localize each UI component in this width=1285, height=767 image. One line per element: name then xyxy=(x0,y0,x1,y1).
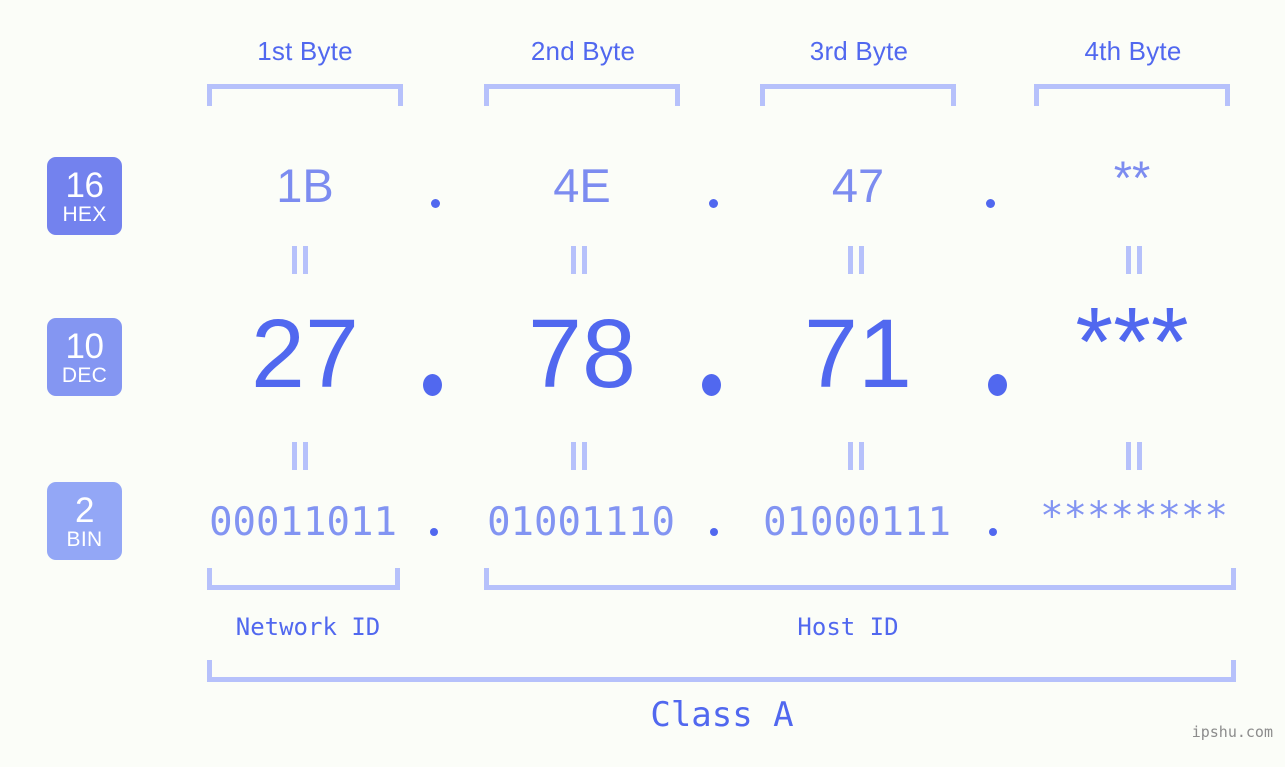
radix-badge-hex: 16 HEX xyxy=(47,157,122,235)
equals-mark-dec-bin-3 xyxy=(848,442,867,470)
hex-byte-1: 1B xyxy=(276,159,334,212)
dec-byte-4: *** xyxy=(1075,287,1189,396)
equals-mark-dec-bin-4 xyxy=(1126,442,1145,470)
host-id-bracket xyxy=(484,568,1236,590)
equals-mark-hex-dec-3 xyxy=(848,246,867,274)
byte-bracket-4 xyxy=(1034,84,1230,106)
hex-byte-2: 4E xyxy=(553,159,611,212)
hex-separator-dot-1 xyxy=(431,199,440,208)
dec-byte-1: 27 xyxy=(251,299,359,408)
bin-byte-1: 00011011 xyxy=(209,500,397,545)
byte-bracket-3 xyxy=(760,84,956,106)
radix-badge-dec-number: 10 xyxy=(65,326,104,366)
hex-separator-dot-3 xyxy=(986,199,995,208)
bin-byte-2: 01001110 xyxy=(487,500,675,545)
dec-byte-3: 71 xyxy=(804,299,912,408)
hex-separator-dot-2 xyxy=(709,199,718,208)
bin-separator-dot-3 xyxy=(989,528,997,536)
byte-header-4: 4th Byte xyxy=(1084,36,1182,66)
network-id-bracket xyxy=(207,568,400,590)
byte-bracket-2 xyxy=(484,84,680,106)
bin-separator-dot-1 xyxy=(430,528,438,536)
dec-separator-dot-2 xyxy=(702,374,721,396)
network-id-label: Network ID xyxy=(235,613,381,641)
equals-mark-dec-bin-1 xyxy=(292,442,311,470)
equals-mark-dec-bin-2 xyxy=(571,442,590,470)
byte-bracket-1 xyxy=(207,84,403,106)
bin-byte-3: 01000111 xyxy=(763,500,951,545)
hex-byte-3: 47 xyxy=(831,159,885,212)
radix-badge-dec: 10 DEC xyxy=(47,318,122,396)
dec-separator-dot-1 xyxy=(423,374,442,396)
dec-byte-2: 78 xyxy=(528,299,636,408)
ip-address-breakdown-diagram: 1st Byte 2nd Byte 3rd Byte 4th Byte 16 H… xyxy=(0,0,1285,767)
radix-badge-bin-abbr: BIN xyxy=(66,527,103,551)
class-label: Class A xyxy=(650,695,794,735)
bin-byte-4: ******** xyxy=(1040,494,1228,539)
host-id-label: Host ID xyxy=(797,613,899,641)
byte-header-2: 2nd Byte xyxy=(530,36,636,66)
radix-badge-hex-abbr: HEX xyxy=(62,202,107,226)
radix-badge-dec-abbr: DEC xyxy=(61,363,108,387)
equals-mark-hex-dec-4 xyxy=(1126,246,1145,274)
hex-byte-4: ** xyxy=(1113,151,1151,204)
equals-mark-hex-dec-2 xyxy=(571,246,590,274)
byte-header-1: 1st Byte xyxy=(257,36,353,66)
bin-separator-dot-2 xyxy=(710,528,718,536)
byte-header-3: 3rd Byte xyxy=(809,36,909,66)
dec-separator-dot-3 xyxy=(988,374,1007,396)
radix-badge-hex-number: 16 xyxy=(65,165,104,205)
radix-badge-bin-number: 2 xyxy=(75,490,94,530)
radix-badge-bin: 2 BIN xyxy=(47,482,122,560)
watermark: ipshu.com xyxy=(1191,723,1273,741)
class-bracket xyxy=(207,660,1236,682)
equals-mark-hex-dec-1 xyxy=(292,246,311,274)
